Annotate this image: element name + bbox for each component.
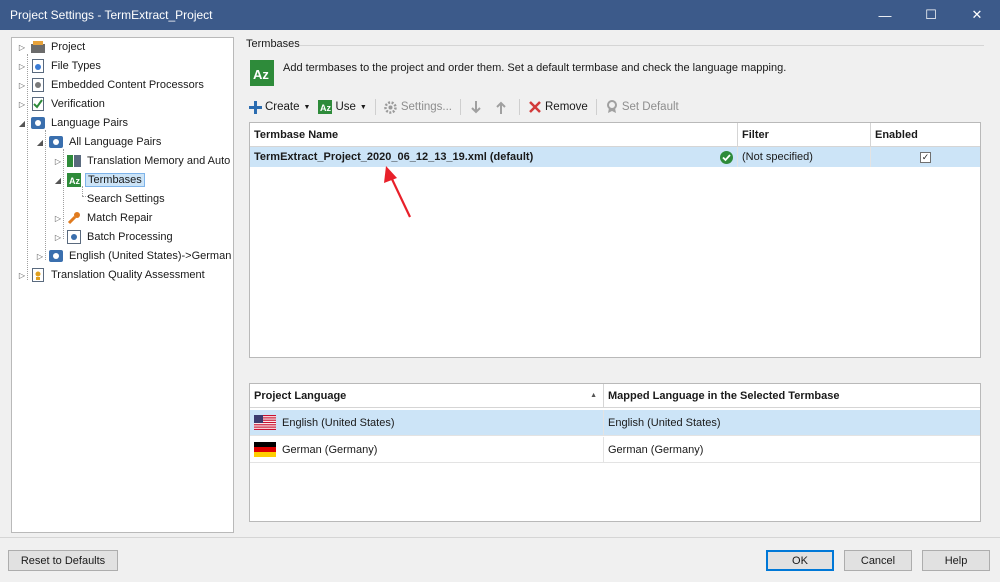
batch-icon <box>67 230 81 244</box>
termbase-icon: Az <box>250 60 274 86</box>
help-button[interactable]: Help <box>922 550 990 571</box>
filter-cell[interactable]: (Not specified) <box>738 147 871 167</box>
tree-item-batch-processing[interactable]: ▷ Batch Processing <box>53 228 175 246</box>
tree-item-search-settings[interactable]: Search Settings <box>85 190 167 208</box>
tree-item-match-repair[interactable]: ▷ Match Repair <box>53 209 154 227</box>
us-flag-icon <box>254 415 276 430</box>
move-up-button[interactable] <box>494 100 511 114</box>
tree-item-file-types[interactable]: ▷ File Types <box>17 57 103 75</box>
mapped-language-cell[interactable]: German (Germany) <box>604 437 980 462</box>
section-description: Add termbases to the project and order t… <box>283 62 787 74</box>
sort-ascending-icon: ▲ <box>590 392 597 399</box>
tree-item-embedded-content-processors[interactable]: ▷ Embedded Content Processors <box>17 76 206 94</box>
footer-divider <box>0 537 1000 538</box>
maximize-button[interactable]: ☐ <box>908 0 954 30</box>
tree-item-termbases[interactable]: ◢ Az Termbases <box>53 171 145 189</box>
title-bar: Project Settings - TermExtract_Project —… <box>0 0 1000 30</box>
arrow-up-icon <box>494 100 508 114</box>
toolbar-separator <box>595 99 597 115</box>
toolbar-separator <box>519 99 520 115</box>
dropdown-caret-icon: ▼ <box>359 103 367 111</box>
file-types-icon <box>31 59 45 73</box>
table-row[interactable]: English (United States) English (United … <box>250 410 980 436</box>
termbases-grid[interactable]: Termbase Name Filter Enabled TermExtract… <box>249 122 981 358</box>
toolbar-separator <box>460 99 461 115</box>
expand-arrow-icon[interactable]: ▷ <box>17 43 27 52</box>
expand-arrow-icon[interactable]: ▷ <box>17 271 27 280</box>
check-circle-icon <box>720 150 733 164</box>
section-divider <box>300 45 984 46</box>
cancel-button[interactable]: Cancel <box>844 550 912 571</box>
wrench-icon <box>67 211 81 225</box>
column-header-project-language[interactable]: Project Language ▲ <box>250 384 604 408</box>
language-pairs-icon <box>31 116 45 130</box>
de-flag-icon <box>254 442 276 457</box>
collapse-arrow-icon[interactable]: ◢ <box>17 119 27 128</box>
use-button[interactable]: Az Use ▼ <box>318 100 367 114</box>
project-language-cell[interactable]: English (United States) <box>250 410 604 435</box>
svg-text:Az: Az <box>253 67 269 82</box>
expand-arrow-icon[interactable]: ▷ <box>35 252 45 261</box>
set-default-button[interactable]: Set Default <box>605 100 679 114</box>
window-title: Project Settings - TermExtract_Project <box>10 8 213 22</box>
column-header-mapped-language[interactable]: Mapped Language in the Selected Termbase <box>604 384 980 408</box>
close-button[interactable]: ✕ <box>954 0 1000 30</box>
project-language-cell[interactable]: German (Germany) <box>250 437 604 462</box>
expand-arrow-icon[interactable]: ▷ <box>53 214 63 223</box>
svg-text:Az: Az <box>320 103 331 113</box>
column-header-enabled[interactable]: Enabled <box>871 123 980 147</box>
table-row[interactable]: German (Germany) German (Germany) <box>250 437 980 463</box>
enabled-cell: ✓ <box>871 147 980 167</box>
section-label: Termbases <box>246 38 300 50</box>
mapped-language-cell[interactable]: English (United States) <box>604 410 980 435</box>
tree-item-all-language-pairs[interactable]: ◢ All Language Pairs <box>35 133 163 151</box>
plus-icon <box>248 100 262 114</box>
ok-button[interactable]: OK <box>766 550 834 571</box>
arrow-down-icon <box>469 100 483 114</box>
reset-to-defaults-button[interactable]: Reset to Defaults <box>8 550 118 571</box>
tree-item-translation-quality-assessment[interactable]: ▷ Translation Quality Assessment <box>17 266 207 284</box>
settings-tree[interactable]: ▷ Project ▷ File Types ▷ Embedded Conten… <box>11 37 234 533</box>
dropdown-caret-icon: ▼ <box>303 103 311 111</box>
quality-assessment-icon <box>31 268 45 282</box>
delete-x-icon <box>528 100 542 114</box>
minimize-button[interactable]: — <box>862 0 908 30</box>
create-button[interactable]: Create ▼ <box>248 100 310 114</box>
verification-icon <box>31 97 45 111</box>
expand-arrow-icon[interactable]: ▷ <box>53 233 63 242</box>
tree-item-project[interactable]: ▷ Project <box>17 38 87 56</box>
termbase-icon: Az <box>318 100 333 114</box>
ribbon-award-icon <box>605 100 619 114</box>
toolbar-separator <box>374 99 376 115</box>
termbase-icon: Az <box>67 173 81 187</box>
language-pairs-icon <box>49 249 63 263</box>
remove-button[interactable]: Remove <box>528 100 588 114</box>
move-down-button[interactable] <box>469 100 486 114</box>
table-row[interactable]: TermExtract_Project_2020_06_12_13_19.xml… <box>250 147 980 167</box>
expand-arrow-icon[interactable]: ▷ <box>17 81 27 90</box>
gear-icon <box>384 100 398 114</box>
termbase-toolbar: Create ▼ Az Use ▼ Settings... Remove Set… <box>248 97 687 117</box>
column-header-filter[interactable]: Filter <box>738 123 871 147</box>
column-header-termbase-name[interactable]: Termbase Name <box>250 123 738 147</box>
tree-item-translation-memory[interactable]: ▷ Translation Memory and Auto <box>53 152 232 170</box>
tree-item-verification[interactable]: ▷ Verification <box>17 95 107 113</box>
expand-arrow-icon[interactable]: ▷ <box>17 62 27 71</box>
termbase-name-cell[interactable]: TermExtract_Project_2020_06_12_13_19.xml… <box>250 147 738 167</box>
settings-button[interactable]: Settings... <box>384 100 452 114</box>
embedded-content-icon <box>31 78 45 92</box>
enabled-checkbox[interactable]: ✓ <box>920 151 931 163</box>
tree-item-language-pairs[interactable]: ◢ Language Pairs <box>17 114 130 132</box>
expand-arrow-icon[interactable]: ▷ <box>53 157 63 166</box>
language-pairs-icon <box>49 135 63 149</box>
expand-arrow-icon[interactable]: ▷ <box>17 100 27 109</box>
svg-text:Az: Az <box>69 176 80 186</box>
language-mapping-grid[interactable]: Project Language ▲ Mapped Language in th… <box>249 383 981 522</box>
tree-item-english-german[interactable]: ▷ English (United States)->German ( <box>35 247 233 265</box>
collapse-arrow-icon[interactable]: ◢ <box>53 176 63 185</box>
project-icon <box>31 40 45 54</box>
translation-memory-icon <box>67 154 81 168</box>
collapse-arrow-icon[interactable]: ◢ <box>35 138 45 147</box>
